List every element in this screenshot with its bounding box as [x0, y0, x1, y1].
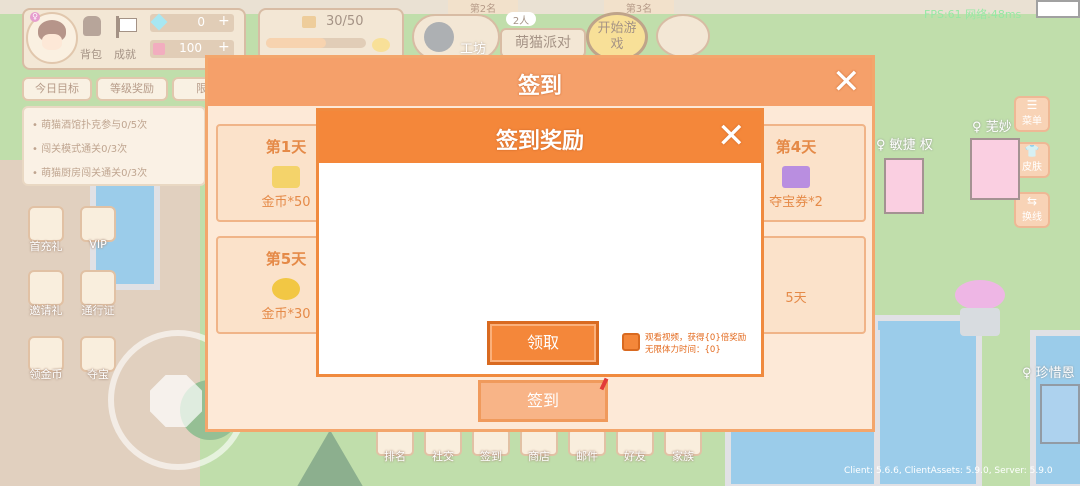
- claim-button[interactable]: 领取: [487, 321, 599, 365]
- ticket-icon: [782, 166, 810, 188]
- ad-bonus-text: 观看视频，获得{0}倍奖励: [645, 333, 747, 343]
- unlimited-energy-text: 无限体力时间：{0}: [645, 345, 721, 355]
- reward-dialog: 签到奖励 ✕ 领取 观看视频，获得{0}倍奖励 无限体力时间：{0}: [316, 108, 764, 377]
- coin-stack-icon: [272, 278, 300, 300]
- signin-title: 签到: [517, 74, 562, 99]
- watch-ad-checkbox[interactable]: [622, 333, 640, 351]
- reward-title: 签到奖励: [495, 129, 584, 154]
- coin-bag-icon: [272, 166, 300, 188]
- reward-close-icon[interactable]: ✕: [717, 119, 746, 153]
- signin-button[interactable]: 签到: [478, 380, 608, 422]
- signin-close-icon[interactable]: ✕: [832, 65, 861, 99]
